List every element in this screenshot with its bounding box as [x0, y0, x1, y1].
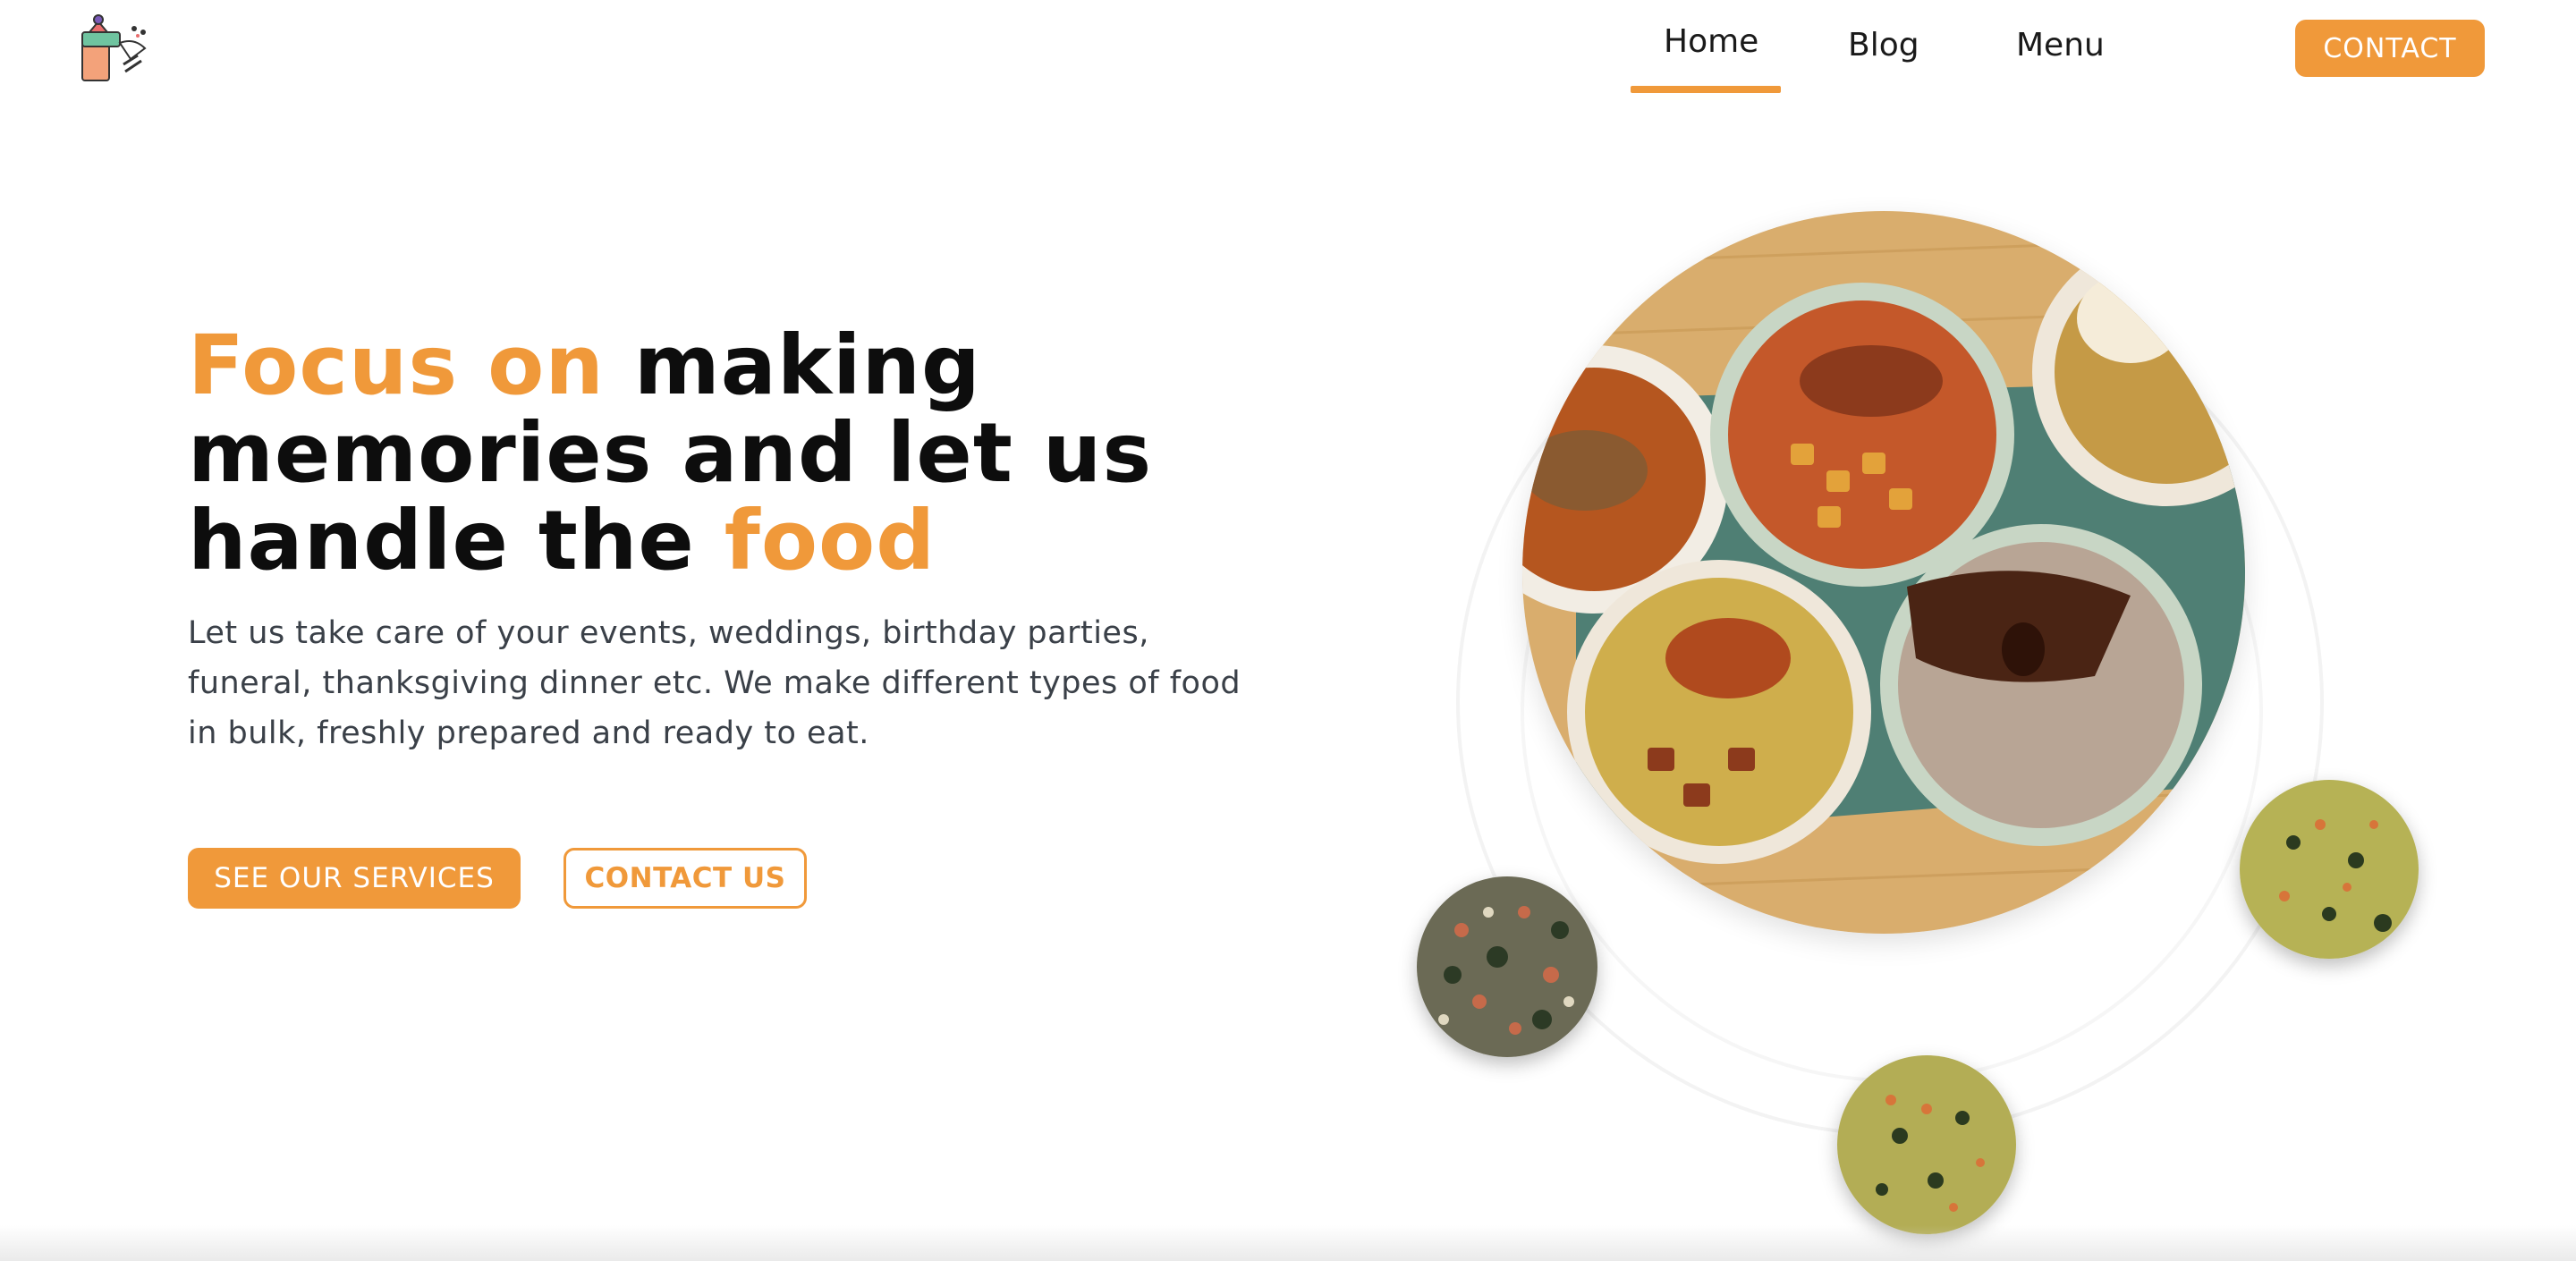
top-nav: Home Blog Menu CONTACT	[0, 0, 2576, 98]
nav-active-indicator	[1631, 86, 1781, 93]
hero-food-image	[1522, 211, 2245, 934]
headline-accent-start: Focus on	[188, 317, 605, 413]
see-services-button[interactable]: SEE OUR SERVICES	[188, 848, 521, 909]
food-thumbnail-vegetable-mix	[1417, 876, 1597, 1057]
contact-button[interactable]: CONTACT	[2295, 20, 2485, 77]
nav-item-menu[interactable]: Menu	[2016, 27, 2105, 63]
nav-item-blog[interactable]: Blog	[1848, 27, 1919, 63]
hero-description: Let us take care of your events, wedding…	[188, 615, 1241, 751]
food-thumbnail-fried-rice	[2240, 780, 2419, 959]
hero-headline: Focus on making memories and let us hand…	[188, 322, 1306, 585]
section-divider-shadow	[0, 1225, 2576, 1261]
nav-item-home[interactable]: Home	[1664, 23, 1758, 60]
headline-accent-end: food	[724, 493, 936, 588]
contact-us-button[interactable]: CONTACT US	[564, 848, 807, 909]
chef-logo-icon[interactable]	[79, 13, 154, 82]
food-thumbnail-fried-rice-2	[1837, 1055, 2016, 1234]
landing-page: Home Blog Menu CONTACT Focus on making m…	[0, 0, 2576, 1261]
